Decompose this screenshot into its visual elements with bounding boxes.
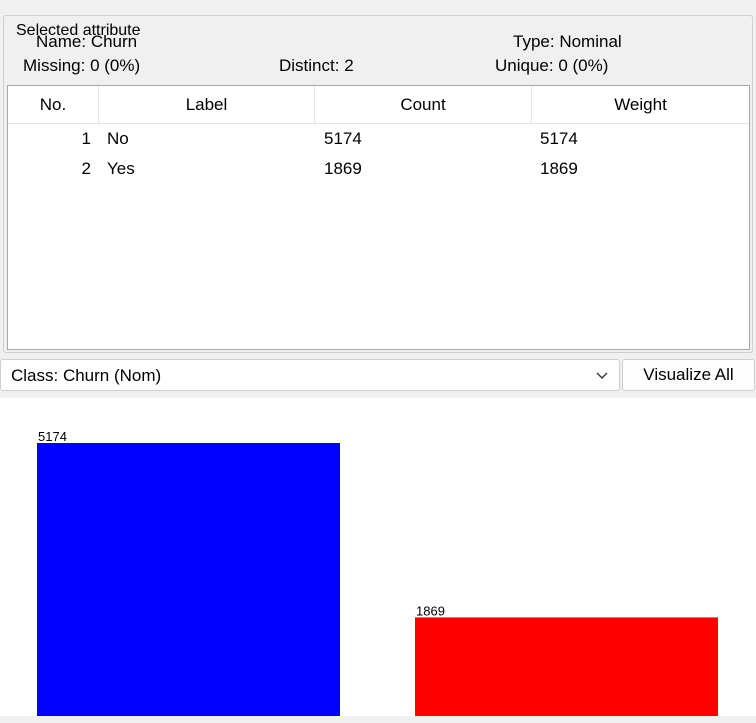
distinct-label: Distinct: [279, 56, 340, 75]
table-row[interactable]: 2 Yes 1869 1869 [8, 154, 749, 184]
missing-label: Missing: [23, 56, 86, 75]
row-count: 5174 [324, 129, 362, 148]
column-header-label[interactable]: Label [99, 86, 315, 123]
unique-value: 0 (0%) [558, 56, 609, 75]
chevron-down-icon[interactable] [595, 369, 609, 383]
row-count: 1869 [324, 159, 362, 178]
bar-value-label: 1869 [416, 603, 445, 618]
row-weight: 5174 [540, 129, 578, 148]
class-select-value: Class: Churn (Nom) [11, 366, 162, 385]
chart-svg: 5174 1869 [37, 429, 718, 716]
row-label: Yes [107, 159, 135, 178]
type-row: Type: Nominal [513, 31, 622, 53]
table-header: No. Label Count Weight [8, 86, 749, 124]
column-header-count[interactable]: Count [315, 86, 532, 123]
bar-yes [415, 617, 718, 716]
distinct-row: Distinct: 2 [279, 55, 354, 77]
bar-value-label: 5174 [38, 429, 67, 444]
visualize-all-button[interactable]: Visualize All [622, 359, 755, 391]
column-header-no[interactable]: No. [8, 86, 99, 123]
name-label: Name: [36, 32, 87, 51]
type-label: Type: [513, 32, 555, 51]
class-distribution-chart: 5174 1869 [0, 398, 756, 716]
type-value: Nominal [559, 32, 622, 51]
class-select[interactable]: Class: Churn (Nom) [0, 359, 620, 391]
column-header-weight[interactable]: Weight [532, 86, 749, 123]
label-table[interactable]: No. Label Count Weight 1 No 5174 5174 2 … [7, 85, 750, 350]
row-no: 2 [81, 159, 91, 178]
table-row[interactable]: 1 No 5174 5174 [8, 124, 749, 154]
unique-row: Unique: 0 (0%) [495, 55, 608, 77]
row-no: 1 [81, 129, 91, 148]
unique-label: Unique: [495, 56, 554, 75]
missing-row: Missing: 0 (0%) [23, 55, 140, 77]
row-weight: 1869 [540, 159, 578, 178]
bar-no [37, 443, 340, 716]
name-value: Churn [90, 32, 138, 51]
name-row: Name: Churn [36, 31, 137, 53]
missing-value: 0 (0%) [90, 56, 141, 75]
distinct-value: 2 [344, 56, 354, 75]
row-label: No [107, 129, 129, 148]
